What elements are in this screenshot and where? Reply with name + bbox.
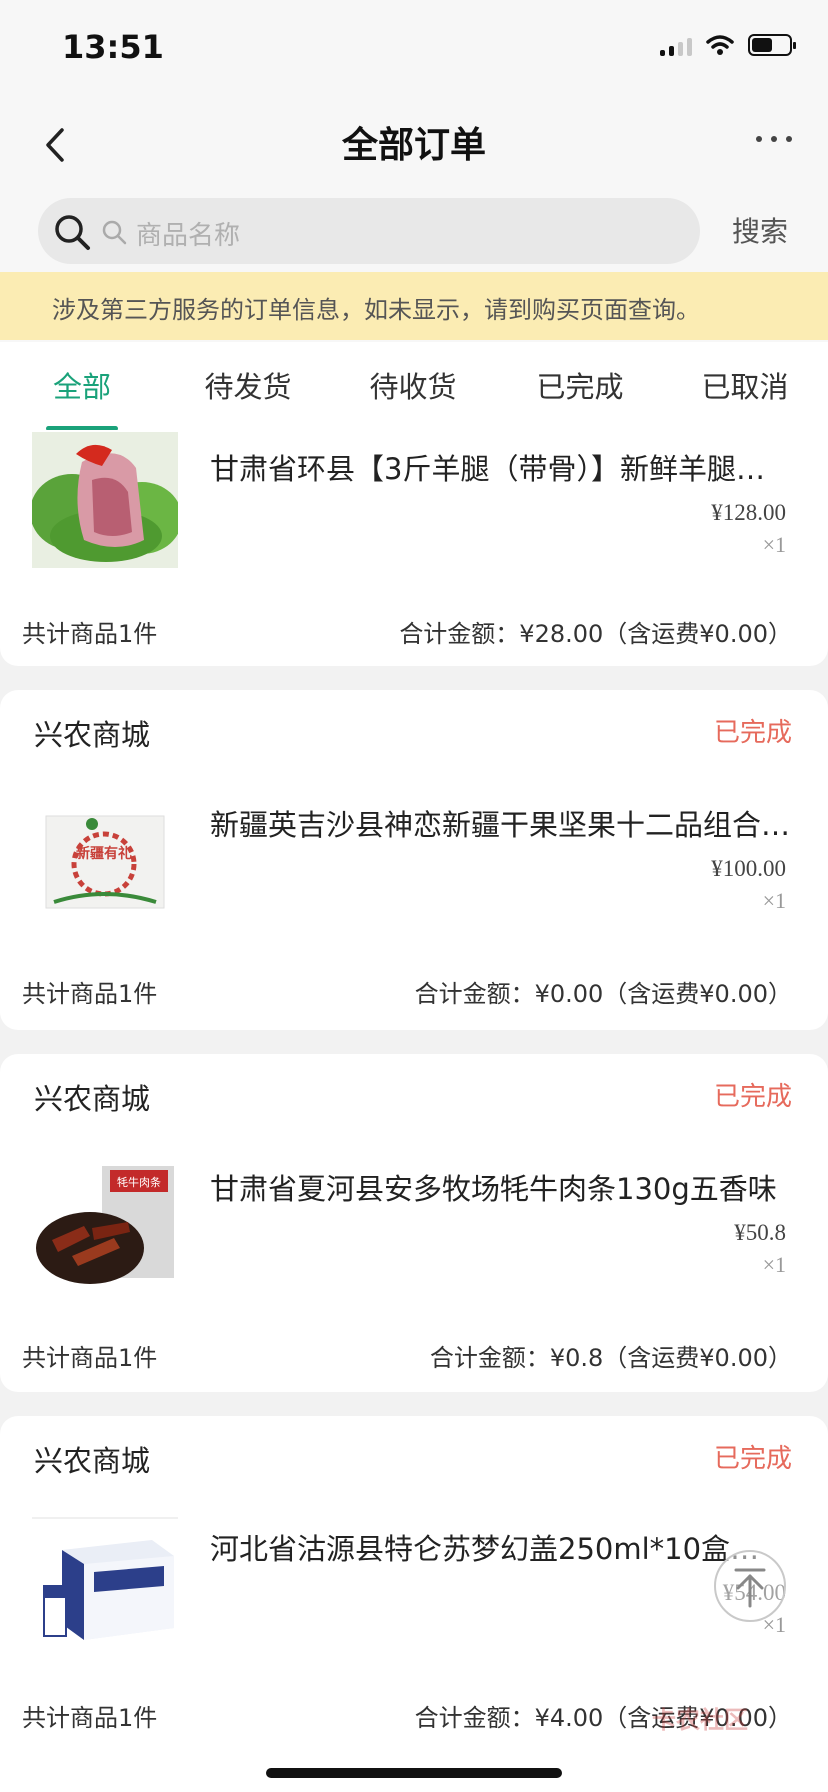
shop-name: 兴农商城	[34, 1082, 151, 1116]
more-menu-icon[interactable]	[756, 136, 792, 142]
status-icons	[660, 34, 796, 56]
home-indicator[interactable]	[266, 1768, 562, 1778]
product-image-milk-box	[32, 1516, 178, 1652]
header-area: 13:51 全部订单 商品名称 搜索 涉及第三方服务的订单信息，如未显示，请到购…	[0, 0, 828, 342]
notice-text: 涉及第三方服务的订单信息，如未显示，请到购买页面查询。	[52, 296, 700, 324]
order-total: 合计金额：¥0.00（含运费¥0.00）	[414, 980, 792, 1008]
product-title: 甘肃省夏河县安多牧场牦牛肉条130g五香味	[210, 1172, 777, 1206]
wifi-icon	[706, 35, 734, 55]
product-image-beef-jerky: 牦牛肉条	[32, 1156, 178, 1292]
product-price: ¥128.00	[711, 500, 786, 525]
shop-name: 兴农商城	[34, 1444, 151, 1478]
search-icon	[102, 220, 127, 245]
shop-name: 兴农商城	[34, 718, 151, 752]
tab-cancelled[interactable]: 已取消	[675, 364, 815, 406]
search-icon	[55, 215, 90, 250]
order-card[interactable]: 兴农商城 已完成 牦牛肉条 甘肃省夏河县安多牧场牦牛肉条130g五香味 ¥50.…	[0, 1054, 828, 1392]
page-title: 全部订单	[341, 125, 486, 166]
item-count: 共计商品1件	[22, 620, 158, 648]
product-price: ¥100.00	[711, 856, 786, 881]
status-bar: 13:51	[0, 0, 828, 100]
item-count: 共计商品1件	[22, 1704, 158, 1732]
item-count: 共计商品1件	[22, 980, 158, 1008]
item-count: 共计商品1件	[22, 1344, 158, 1372]
back-to-top-button[interactable]	[714, 1550, 786, 1622]
order-card[interactable]: 兴农商城 已完成 新疆有礼 新疆英吉沙县神恋新疆干果坚果十二品组合礼盒 ¥100…	[0, 690, 828, 1030]
product-quantity: ×1	[762, 532, 786, 557]
order-tabs: 全部 待发货 待收货 已完成 已取消	[0, 342, 828, 434]
order-status: 已完成	[713, 718, 792, 748]
product-title: 甘肃省环县【3斤羊腿（带骨）】新鲜羊腿羊肉	[210, 452, 792, 486]
cellular-signal-icon	[660, 34, 692, 56]
notice-banner: 涉及第三方服务的订单信息，如未显示，请到购买页面查询。	[0, 272, 828, 340]
search-input[interactable]: 商品名称	[38, 198, 700, 264]
product-title: 河北省沽源县特仑苏梦幻盖250ml*10盒【整箱】	[210, 1532, 788, 1566]
gift-box-print: 新疆有礼	[76, 845, 132, 862]
order-status: 已完成	[713, 1444, 792, 1474]
battery-icon	[748, 34, 796, 56]
product-quantity: ×1	[762, 888, 786, 913]
tab-to-receive[interactable]: 待收货	[343, 364, 483, 406]
watermark: 卡农社区	[652, 1706, 748, 1734]
tab-completed[interactable]: 已完成	[510, 364, 650, 406]
jerky-label-print: 牦牛肉条	[117, 1175, 161, 1189]
order-status: 已完成	[713, 1082, 792, 1112]
search-button[interactable]: 搜索	[732, 210, 788, 250]
product-title: 新疆英吉沙县神恋新疆干果坚果十二品组合礼盒	[210, 808, 792, 842]
search-placeholder: 商品名称	[136, 221, 241, 251]
search-row: 商品名称 搜索	[0, 196, 828, 268]
product-image-lamb-leg	[32, 432, 178, 568]
product-image-gift-box: 新疆有礼	[32, 794, 178, 930]
product-price: ¥50.8	[734, 1220, 786, 1245]
arrow-up-icon	[734, 1568, 766, 1608]
tab-to-ship[interactable]: 待发货	[178, 364, 318, 406]
tab-all[interactable]: 全部	[12, 364, 152, 406]
product-quantity: ×1	[762, 1252, 786, 1277]
nav-bar: 全部订单	[0, 100, 828, 192]
order-total: 合计金额：¥28.00（含运费¥0.00）	[399, 620, 792, 648]
status-time: 13:51	[62, 28, 164, 66]
order-card[interactable]: 甘肃省环县【3斤羊腿（带骨）】新鲜羊腿羊肉 ¥128.00 ×1 共计商品1件 …	[0, 430, 828, 666]
order-total: 合计金额：¥0.8（含运费¥0.00）	[429, 1344, 792, 1372]
order-card[interactable]: 兴农商城 已完成 河北省沽源县特仑苏梦幻盖250ml*10盒【整箱】 ¥54.0…	[0, 1416, 828, 1792]
